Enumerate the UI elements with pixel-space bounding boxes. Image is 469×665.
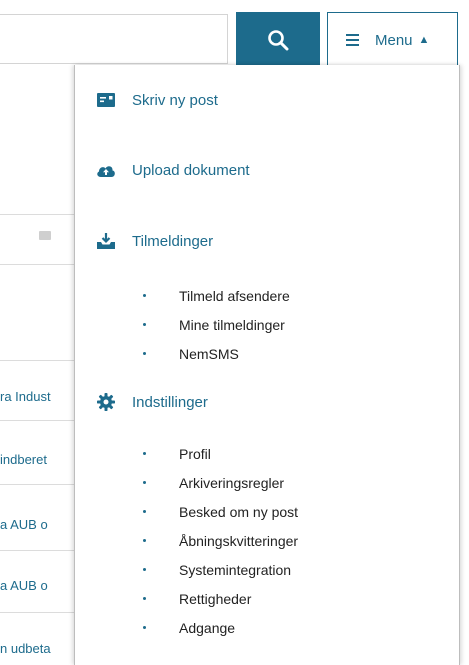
bullet bbox=[143, 568, 146, 571]
submenu-item-label: Profil bbox=[179, 445, 211, 462]
divider bbox=[0, 214, 80, 215]
bullet bbox=[143, 294, 146, 297]
submenu-item-mine-tilmeldinger[interactable]: Mine tilmeldinger bbox=[75, 310, 290, 339]
caret-up-icon: ▲ bbox=[418, 34, 430, 46]
submenu-item-label: Systemintegration bbox=[179, 561, 292, 578]
submenu-item-nemsms[interactable]: NemSMS bbox=[75, 339, 290, 368]
bullet bbox=[143, 510, 146, 513]
list-item-link[interactable]: ra Indust bbox=[0, 389, 74, 404]
submenu-item-label: Tilmeld afsendere bbox=[179, 287, 290, 304]
list-item-link[interactable]: n udbeta bbox=[0, 641, 74, 656]
bullet bbox=[143, 352, 146, 355]
bullet bbox=[143, 626, 146, 629]
divider bbox=[0, 420, 80, 421]
inbox-download-icon bbox=[95, 232, 117, 250]
indstillinger-submenu: Profil Arkiveringsregler Besked om ny po… bbox=[75, 439, 298, 642]
folder-icon bbox=[39, 231, 51, 240]
search-input[interactable] bbox=[0, 14, 228, 64]
hamburger-icon bbox=[346, 34, 359, 46]
envelope-icon bbox=[95, 91, 117, 109]
menu-item-label: Tilmeldinger bbox=[132, 232, 214, 250]
search-input-field[interactable] bbox=[10, 15, 224, 63]
divider bbox=[0, 484, 80, 485]
divider bbox=[0, 360, 80, 361]
dropdown-menu: Skriv ny post Upload dokument Tilmelding… bbox=[74, 65, 460, 665]
menu-item-tilmeldinger[interactable]: Tilmeldinger bbox=[95, 232, 213, 250]
bullet bbox=[143, 323, 146, 326]
bullet bbox=[143, 539, 146, 542]
submenu-item-abningskvitteringer[interactable]: Åbningskvitteringer bbox=[75, 526, 298, 555]
list-item-link[interactable]: a AUB o bbox=[0, 517, 74, 532]
list-item-link[interactable]: a AUB o bbox=[0, 578, 74, 593]
search-icon bbox=[268, 30, 289, 51]
submenu-item-arkiveringsregler[interactable]: Arkiveringsregler bbox=[75, 468, 298, 497]
gear-icon bbox=[95, 393, 117, 411]
menu-toggle-button[interactable]: Menu ▲ bbox=[327, 12, 458, 68]
menu-item-upload-dokument[interactable]: Upload dokument bbox=[95, 161, 250, 179]
submenu-item-label: Rettigheder bbox=[179, 590, 252, 607]
submenu-item-label: Åbningskvitteringer bbox=[179, 532, 299, 549]
menu-item-indstillinger[interactable]: Indstillinger bbox=[95, 393, 208, 411]
menu-item-label: Skriv ny post bbox=[132, 91, 218, 109]
bullet bbox=[143, 452, 146, 455]
submenu-item-tilmeld-afsendere[interactable]: Tilmeld afsendere bbox=[75, 281, 290, 310]
tilmeldinger-submenu: Tilmeld afsendere Mine tilmeldinger NemS… bbox=[75, 281, 290, 368]
submenu-item-profil[interactable]: Profil bbox=[75, 439, 298, 468]
submenu-item-adgange[interactable]: Adgange bbox=[75, 613, 298, 642]
submenu-item-label: Arkiveringsregler bbox=[179, 474, 285, 491]
menu-item-skriv-ny-post[interactable]: Skriv ny post bbox=[95, 91, 218, 109]
divider bbox=[0, 612, 80, 613]
submenu-item-besked-om-ny-post[interactable]: Besked om ny post bbox=[75, 497, 298, 526]
submenu-item-label: Besked om ny post bbox=[179, 503, 299, 520]
submenu-item-systemintegration[interactable]: Systemintegration bbox=[75, 555, 298, 584]
menu-item-label: Upload dokument bbox=[132, 161, 250, 179]
submenu-item-label: NemSMS bbox=[179, 345, 239, 362]
search-button[interactable] bbox=[236, 12, 320, 68]
submenu-item-rettigheder[interactable]: Rettigheder bbox=[75, 584, 298, 613]
submenu-item-label: Adgange bbox=[179, 619, 236, 636]
menu-toggle-label: Menu bbox=[375, 31, 413, 49]
cloud-upload-icon bbox=[95, 161, 117, 179]
bullet bbox=[143, 481, 146, 484]
list-item-link[interactable]: indberet bbox=[0, 452, 74, 467]
divider bbox=[0, 264, 80, 265]
bullet bbox=[143, 597, 146, 600]
menu-item-label: Indstillinger bbox=[132, 393, 208, 411]
submenu-item-label: Mine tilmeldinger bbox=[179, 316, 285, 333]
divider bbox=[0, 550, 80, 551]
